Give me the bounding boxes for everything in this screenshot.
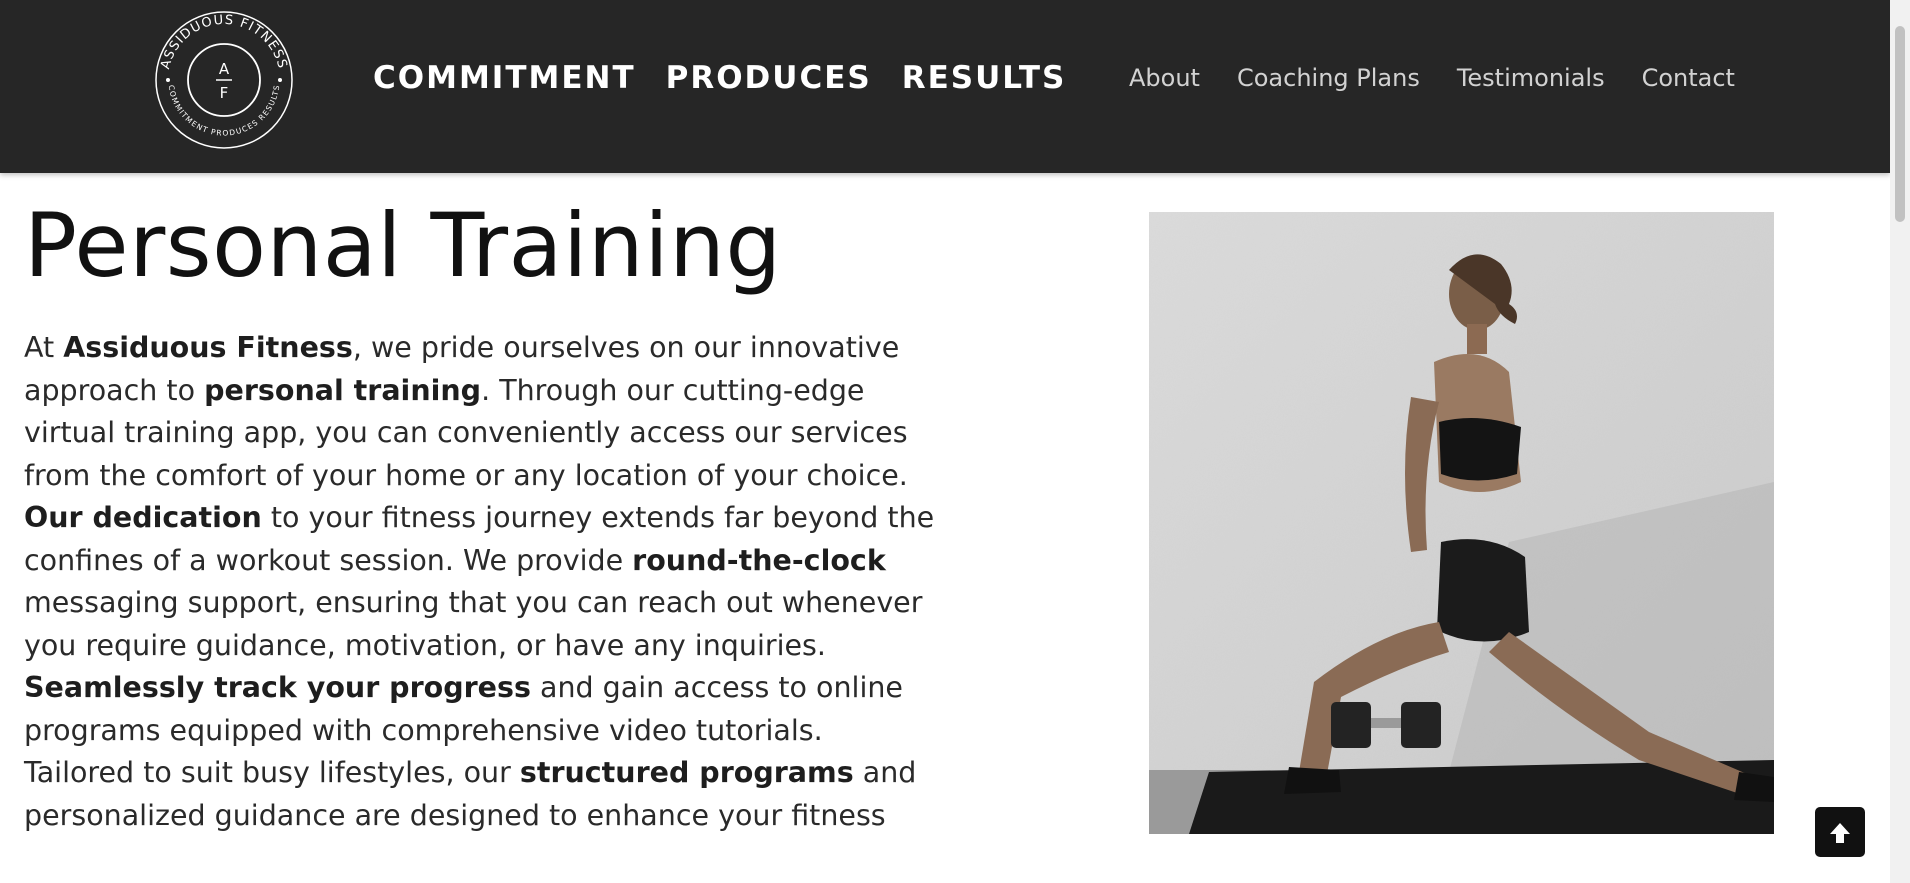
logo[interactable]: ASSIDUOUS FITNESS COMMITMENT PRODUCES RE… — [152, 8, 296, 152]
logo-monogram-top: A — [219, 60, 230, 78]
emphasis-text: Assiduous Fitness — [63, 331, 353, 364]
paragraph-text: Tailored to suit busy lifestyles, our — [24, 756, 520, 789]
arrow-up-icon — [1830, 823, 1850, 843]
paragraph-text: programs equipped with comprehensive vid… — [24, 713, 823, 747]
paragraph-text: and gain access to online — [530, 671, 903, 704]
paragraph-line: approach to personal training. Through o… — [24, 370, 1044, 413]
paragraph-text: , we pride ourselves on our innovative — [352, 331, 900, 364]
logo-dot-left — [166, 78, 170, 82]
paragraph-line: messaging support, ensuring that you can… — [24, 582, 1044, 625]
tagline-word: PRODUCES — [665, 60, 872, 96]
back-to-top-button[interactable] — [1815, 807, 1865, 857]
paragraph-line: Seamlessly track your progress and gain … — [24, 667, 1044, 710]
nav-link-coaching-plans[interactable]: Coaching Plans — [1237, 60, 1420, 96]
paragraph-line: Our dedication to your fitness journey e… — [24, 497, 1044, 540]
emphasis-text: structured programs — [519, 756, 854, 789]
paragraph-text: from the comfort of your home or any loc… — [24, 458, 908, 492]
hero-photo — [1149, 212, 1774, 834]
emphasis-text: Seamlessly track your progress — [24, 671, 531, 704]
tagline-word: COMMITMENT — [373, 60, 636, 96]
paragraph-line: programs equipped with comprehensive vid… — [24, 710, 1044, 753]
paragraph-line: At Assiduous Fitness, we pride ourselves… — [24, 327, 1044, 370]
paragraph-line: virtual training app, you can convenient… — [24, 412, 1044, 455]
paragraph-text: . Through our cutting-edge — [481, 373, 865, 407]
paragraph-line: you require guidance, motivation, or hav… — [24, 625, 1044, 668]
paragraph-text: confines of a workout session. We provid… — [24, 543, 633, 577]
emphasis-text: Our dedication — [24, 501, 262, 534]
paragraph-text: virtual training app, you can convenient… — [24, 416, 908, 449]
nav-link-contact[interactable]: Contact — [1642, 60, 1735, 96]
tagline-word: RESULTS — [901, 60, 1067, 96]
paragraph-line: from the comfort of your home or any loc… — [24, 455, 1044, 498]
paragraph-text: and — [853, 756, 917, 789]
paragraph-text: personalized guidance are designed to en… — [24, 798, 886, 832]
paragraph-text: At — [24, 331, 64, 364]
paragraph-text: to your fitness journey extends far beyo… — [261, 501, 935, 534]
paragraph-line: Tailored to suit busy lifestyles, our st… — [24, 752, 1044, 795]
tagline: COMMITMENT PRODUCES RESULTS — [373, 57, 1066, 99]
emphasis-text: personal training — [204, 373, 482, 407]
logo-dot-right — [278, 78, 282, 82]
paragraph-line: confines of a workout session. We provid… — [24, 540, 1044, 583]
logo-monogram-bottom: F — [220, 84, 229, 102]
nav-link-about[interactable]: About — [1129, 60, 1200, 96]
page-title: Personal Training — [24, 194, 782, 297]
intro-paragraph: At Assiduous Fitness, we pride ourselves… — [24, 327, 1044, 837]
site-header: ASSIDUOUS FITNESS COMMITMENT PRODUCES RE… — [0, 0, 1890, 173]
paragraph-text: messaging support, ensuring that you can… — [24, 586, 923, 619]
page: ASSIDUOUS FITNESS COMMITMENT PRODUCES RE… — [0, 0, 1910, 883]
emphasis-text: round-the-clock — [632, 543, 886, 577]
main-nav: About Coaching Plans Testimonials Contac… — [1129, 60, 1735, 96]
paragraph-text: you require guidance, motivation, or hav… — [24, 628, 826, 662]
paragraph-line: personalized guidance are designed to en… — [24, 795, 1044, 838]
scrollbar-thumb[interactable] — [1895, 26, 1905, 222]
nav-link-testimonials[interactable]: Testimonials — [1457, 60, 1605, 96]
scrollbar[interactable] — [1890, 0, 1910, 883]
paragraph-text: approach to — [24, 373, 205, 407]
